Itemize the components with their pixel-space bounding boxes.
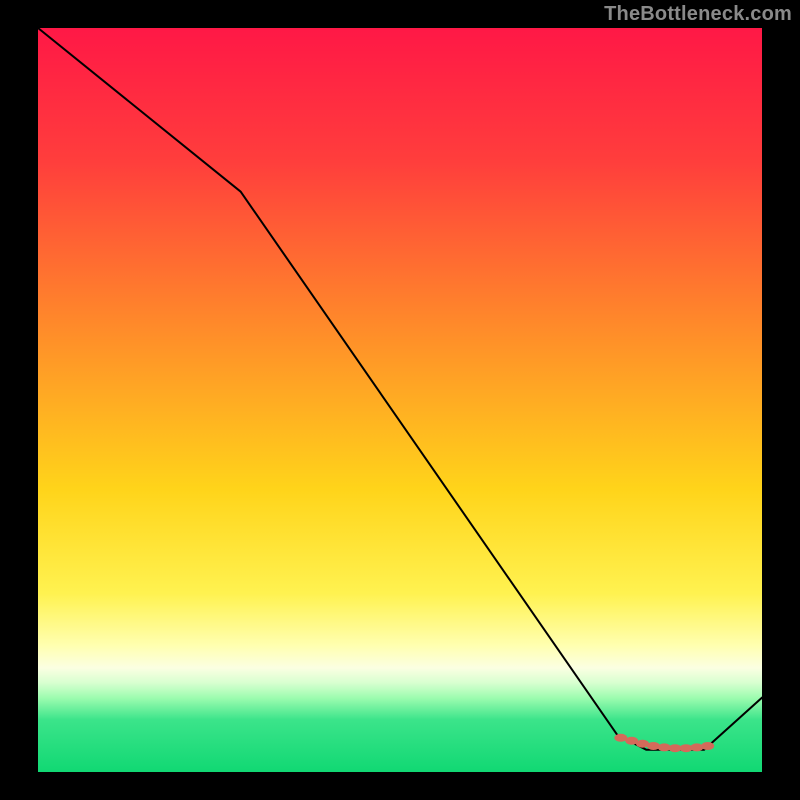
marker-dot bbox=[690, 743, 703, 751]
gradient-background bbox=[38, 28, 762, 772]
attribution-text: TheBottleneck.com bbox=[604, 3, 792, 26]
marker-dot bbox=[647, 742, 660, 750]
plot-area bbox=[38, 28, 762, 772]
chart-frame: TheBottleneck.com bbox=[0, 0, 800, 800]
marker-dot bbox=[701, 742, 714, 750]
chart-svg bbox=[38, 28, 762, 772]
